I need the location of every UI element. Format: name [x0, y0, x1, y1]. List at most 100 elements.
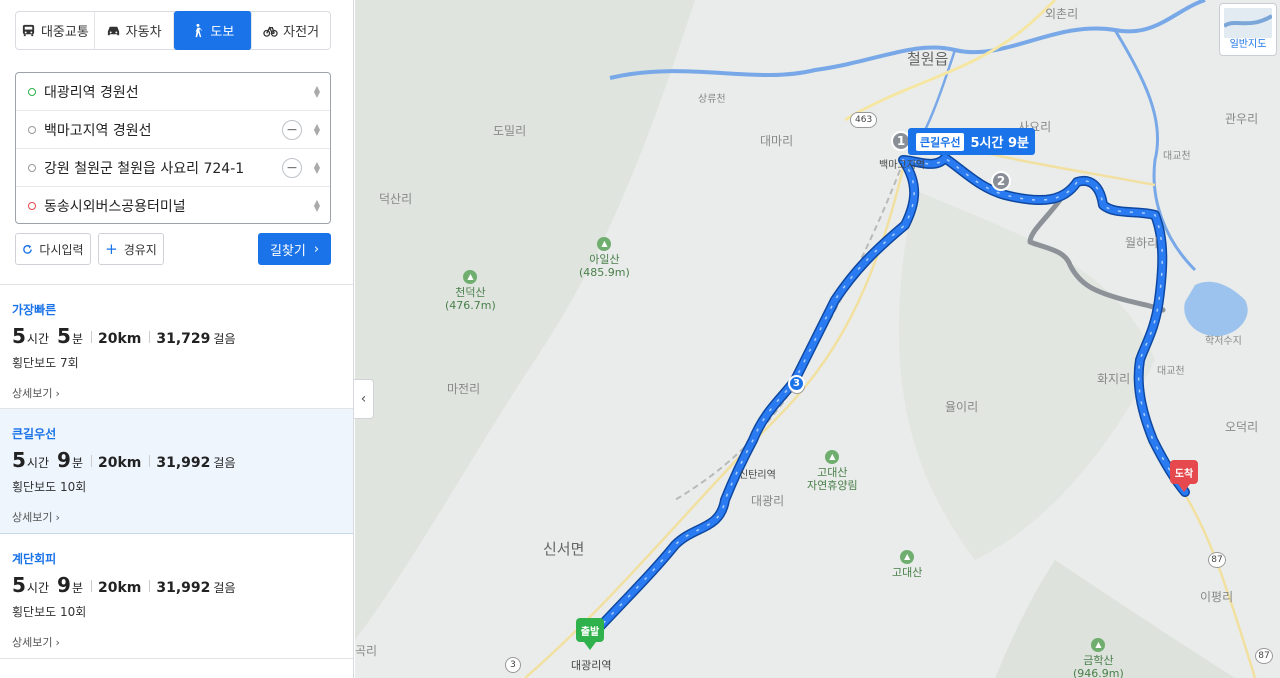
mountain-marker[interactable]: ▲ 천덕산 (476.7m): [445, 270, 496, 312]
pin-tip: [584, 642, 596, 650]
drag-handle-icon[interactable]: ▲ ▼: [314, 122, 320, 136]
route-option-main-road[interactable]: 큰길우선 5 시간 9분 20km 31,992 걸음 횡단보도 10회 상세보기 ›: [0, 409, 353, 534]
divider: [90, 331, 92, 343]
divider: [90, 455, 92, 467]
waypoint-end[interactable]: 동송시외버스공용터미널 ▲ ▼: [16, 187, 330, 225]
via-dot-icon: [28, 163, 36, 172]
hours-unit: 시간: [26, 581, 50, 595]
add-waypoint-button[interactable]: + 경유지: [98, 233, 164, 265]
road-number-badge: 3: [505, 657, 521, 673]
route-minutes: 9: [57, 448, 71, 472]
route-steps: 31,992: [156, 455, 211, 471]
waypoint-marker-2[interactable]: 2: [991, 171, 1011, 191]
mountain-icon: ▲: [1091, 638, 1106, 652]
chevron-right-icon: ›: [313, 241, 320, 257]
place-label: 학저수지: [1205, 336, 1242, 347]
route-type-label: 큰길우선: [12, 427, 57, 441]
divider: [149, 455, 151, 467]
mountain-name: 고대산 자연휴양림: [807, 466, 858, 492]
tab-car-label: 자동차: [125, 25, 162, 40]
walk-icon: [196, 23, 203, 38]
mountain-name: 금학산: [1083, 654, 1114, 667]
mountain-marker[interactable]: ▲ 금학산 (946.9m): [1073, 638, 1124, 678]
drag-handle-icon[interactable]: ▲ ▼: [314, 160, 320, 174]
mountain-icon: ▲: [900, 550, 915, 564]
place-label: 신서면: [543, 540, 585, 558]
remove-waypoint-button[interactable]: −: [282, 157, 302, 178]
search-route-button[interactable]: 길찾기 ›: [258, 233, 331, 265]
end-dot-icon: [28, 202, 36, 210]
drag-handle-icon[interactable]: ▲ ▼: [314, 199, 320, 213]
crosswalk-count: 횡단보도 10회: [12, 605, 87, 619]
place-label: 마전리: [447, 382, 481, 396]
add-waypoint-label: 경유지: [123, 242, 157, 257]
place-label: 철원읍: [907, 50, 949, 68]
chevron-right-icon: ›: [55, 386, 60, 400]
detail-label: 상세보기: [12, 636, 53, 649]
map-canvas[interactable]: 철원읍 외촌리 상류천 도밀리 대마리 사요리 관우리 대교천 덕산리 월하리 …: [355, 0, 1280, 678]
route-hours: 5: [12, 448, 26, 472]
route-distance: 20km: [97, 331, 142, 347]
place-label: 월하리: [1125, 236, 1159, 250]
mountain-elevation: (485.9m): [579, 266, 630, 279]
waypoint-list: 대광리역 경원선 ▲ ▼ 백마고지역 경원선 − ▲ ▼ 강원 철원군 철원읍 사요…: [15, 72, 331, 224]
tab-car[interactable]: 자동차: [95, 12, 174, 49]
transport-mode-tabs: 대중교통 자동차 도보 자전거: [15, 11, 331, 50]
waypoint-text: 강원 철원군 철원읍 사요리 724-1: [44, 160, 245, 177]
mountain-marker[interactable]: ▲ 아일산 (485.9m): [579, 237, 630, 279]
route-summary: 5 시간 9분 20km 31,992 걸음: [12, 448, 342, 472]
collapse-sidebar-button[interactable]: ‹: [354, 379, 374, 419]
place-label: 상류천: [698, 94, 726, 105]
waypoint-via-1[interactable]: 백마고지역 경원선 − ▲ ▼: [16, 111, 330, 149]
drag-handle-icon[interactable]: ▲ ▼: [314, 84, 320, 98]
chevron-right-icon: ›: [55, 635, 60, 649]
tab-bicycle[interactable]: 자전거: [252, 12, 330, 49]
bicycle-icon: [263, 26, 278, 37]
route-detail-link[interactable]: 상세보기 ›: [12, 509, 342, 525]
route-option-fastest[interactable]: 가장빠른 5 시간 5분 20km 31,729 걸음 횡단보도 7회 상세보기 ›: [0, 285, 353, 409]
waypoint-marker-3[interactable]: 3: [788, 375, 805, 392]
map-thumbnail-icon: [1224, 8, 1272, 38]
mountain-marker[interactable]: ▲ 고대산 자연휴양림: [807, 450, 858, 492]
place-label: 도밀리: [493, 124, 527, 138]
mountain-elevation: (476.7m): [445, 299, 496, 312]
waypoint-start[interactable]: 대광리역 경원선 ▲ ▼: [16, 73, 330, 111]
waypoint-via-2[interactable]: 강원 철원군 철원읍 사요리 724-1 − ▲ ▼: [16, 149, 330, 187]
start-pin[interactable]: 출발: [576, 618, 604, 650]
minutes-unit: 분: [71, 332, 83, 346]
mountain-name: 아일산: [589, 253, 620, 266]
start-dot-icon: [28, 87, 36, 96]
end-pin[interactable]: 도착: [1170, 460, 1198, 492]
route-distance: 20km: [97, 455, 142, 471]
road-number-badge: 87: [1208, 552, 1226, 568]
route-detail-link[interactable]: 상세보기 ›: [12, 634, 342, 650]
mountain-marker[interactable]: ▲ 고대산: [892, 550, 922, 579]
place-label: 화지리: [1097, 372, 1131, 386]
place-label: 이평리: [1200, 590, 1234, 604]
route-tooltip[interactable]: 큰길우선 5시간 9분: [908, 128, 1035, 155]
bus-icon: [22, 24, 35, 37]
chevron-right-icon: ›: [55, 510, 60, 524]
tab-bicycle-label: 자전거: [283, 25, 320, 40]
crosswalk-count: 횡단보도 10회: [12, 480, 87, 494]
route-type-label: 가장빠른: [12, 303, 57, 317]
crosswalk-count: 횡단보도 7회: [12, 356, 79, 370]
reset-label: 다시입력: [39, 242, 84, 257]
map-layer-button[interactable]: 일반지도: [1219, 3, 1277, 56]
tab-transit[interactable]: 대중교통: [16, 12, 95, 49]
divider: [149, 331, 151, 343]
route-distance: 20km: [97, 580, 142, 596]
route-hours: 5: [12, 324, 26, 348]
remove-waypoint-button[interactable]: −: [282, 119, 302, 140]
road-number-badge: 87: [1255, 648, 1273, 664]
mountain-icon: ▲: [825, 450, 840, 464]
mountain-name: 천덕산: [455, 286, 486, 299]
waypoint-text: 동송시외버스공용터미널: [44, 199, 186, 215]
place-label: 외촌리: [1045, 7, 1079, 21]
route-detail-link[interactable]: 상세보기 ›: [12, 385, 342, 401]
tab-walk[interactable]: 도보: [173, 11, 253, 50]
divider: [90, 580, 92, 592]
route-option-avoid-stairs[interactable]: 계단회피 5 시간 9분 20km 31,992 걸음 횡단보도 10회 상세보기 ›: [0, 534, 353, 659]
reset-button[interactable]: 다시입력: [15, 233, 91, 265]
station-label: 백마고지역: [879, 160, 925, 171]
